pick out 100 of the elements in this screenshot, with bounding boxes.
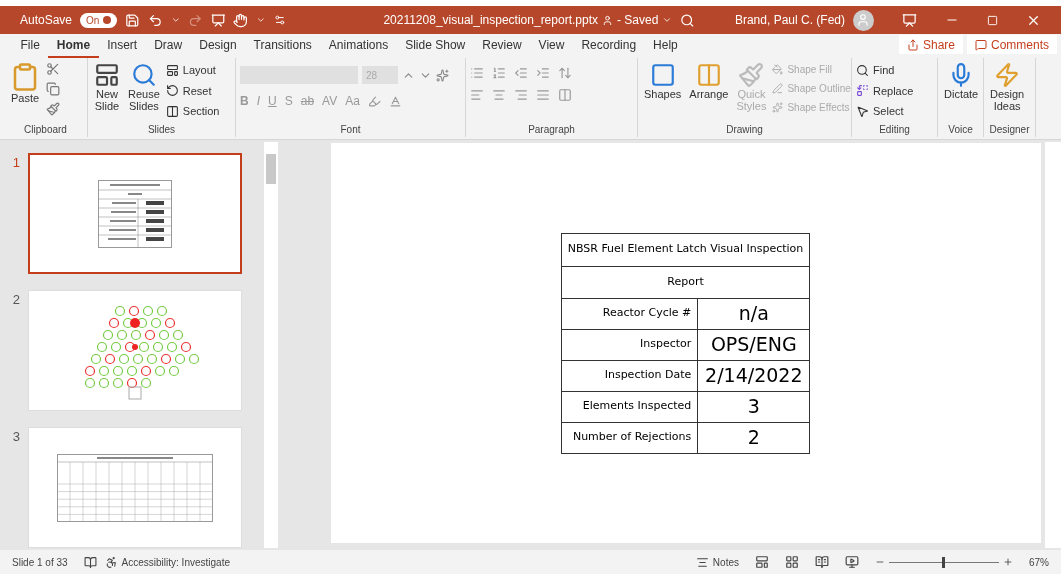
arrange-button[interactable]: Arrange xyxy=(687,62,731,100)
ribbon-tab[interactable]: Slide Show xyxy=(396,36,474,58)
group-label: Slides xyxy=(146,123,177,137)
scrollbar[interactable] xyxy=(1045,142,1061,548)
row-value: OPS/ENG xyxy=(697,329,810,360)
ribbon-tab[interactable]: View xyxy=(530,36,573,58)
ribbon-tab[interactable]: Review xyxy=(473,36,531,58)
autosave-label: AutoSave xyxy=(20,12,73,29)
outdent-icon[interactable] xyxy=(514,66,528,80)
new-slide-button[interactable]: New Slide xyxy=(92,62,122,112)
align-left-icon[interactable] xyxy=(470,88,484,102)
row-label: Elements Inspected xyxy=(561,391,698,422)
justify-icon[interactable] xyxy=(536,88,550,102)
table-title: NBSR Fuel Element Latch Visual Inspection xyxy=(561,233,810,266)
book-icon[interactable] xyxy=(83,555,97,569)
bullets-icon[interactable] xyxy=(470,66,484,80)
shapes-icon xyxy=(649,62,676,88)
share-icon xyxy=(906,38,919,51)
highlighter-icon[interactable] xyxy=(367,94,381,108)
caret-icon[interactable] xyxy=(662,15,673,25)
save-icon[interactable] xyxy=(125,12,140,28)
magnifier-icon xyxy=(130,62,157,88)
comment-icon xyxy=(975,38,987,51)
restore-icon[interactable] xyxy=(987,14,998,26)
reading-view-icon[interactable] xyxy=(815,555,829,569)
ribbon-tab[interactable]: Design xyxy=(190,36,246,58)
ribbon-tab[interactable]: Recording xyxy=(572,36,645,58)
customize-icon[interactable] xyxy=(273,14,286,26)
format-icon xyxy=(772,64,784,75)
avatar-icon[interactable] xyxy=(853,9,874,31)
row-label: Inspection Date xyxy=(561,360,698,391)
section-button[interactable]: Section xyxy=(165,103,220,120)
shapes-button[interactable]: Shapes xyxy=(642,62,684,100)
replace-button[interactable]: Replace xyxy=(856,82,914,99)
slideshow-icon[interactable] xyxy=(845,555,859,569)
zoom-level[interactable]: 67% xyxy=(1029,554,1049,570)
caret-icon[interactable] xyxy=(170,15,181,25)
group-label: Paragraph xyxy=(527,123,576,137)
clear-format-icon[interactable] xyxy=(436,68,449,82)
slide-thumbnail[interactable] xyxy=(28,153,242,274)
row-label: Number of Rejections xyxy=(561,422,698,453)
section-icon xyxy=(165,104,179,118)
slide-counter: Slide 1 of 33 xyxy=(12,555,68,570)
ribbon-tab[interactable]: Draw xyxy=(145,36,191,58)
layout-icon xyxy=(165,63,179,77)
text-direction-icon[interactable] xyxy=(558,66,572,80)
copy-icon[interactable] xyxy=(46,82,60,96)
ribbon-tab[interactable]: File xyxy=(12,36,49,58)
align-center-icon[interactable] xyxy=(492,88,506,102)
dictate-button[interactable]: Dictate xyxy=(942,62,981,100)
autosave-toggle[interactable]: On xyxy=(80,12,118,28)
undo-icon[interactable] xyxy=(147,12,163,28)
ribbon-tab[interactable]: Transitions xyxy=(245,36,321,58)
search-icon[interactable] xyxy=(680,12,695,28)
table-subtitle: Report xyxy=(561,266,810,298)
row-label: Inspector xyxy=(561,329,698,360)
lightning-icon xyxy=(994,62,1021,88)
ribbon-display-icon[interactable] xyxy=(902,12,917,28)
layout-button[interactable]: Layout xyxy=(165,62,220,79)
normal-view-icon[interactable] xyxy=(755,555,769,569)
numbering-icon[interactable] xyxy=(492,66,506,80)
ribbon-tab[interactable]: Animations xyxy=(320,36,397,58)
row-value: n/a xyxy=(697,298,810,329)
ribbon-tab[interactable]: Help xyxy=(644,36,687,58)
caret-icon[interactable] xyxy=(256,15,266,25)
group-label: Designer xyxy=(988,123,1031,137)
share-button[interactable]: Share xyxy=(898,35,963,54)
format-painter-icon[interactable] xyxy=(46,102,60,116)
people-icon[interactable] xyxy=(602,14,613,26)
columns-icon[interactable] xyxy=(558,88,572,102)
presentation-icon[interactable] xyxy=(210,12,226,28)
touch-icon[interactable] xyxy=(233,12,248,28)
comments-button[interactable]: Comments xyxy=(967,35,1057,54)
reset-button[interactable]: Reset xyxy=(165,82,220,99)
reuse-slides-button[interactable]: Reuse Slides xyxy=(126,62,162,112)
align-right-icon[interactable] xyxy=(514,88,528,102)
zoom-in-icon[interactable] xyxy=(1003,557,1013,567)
notes-button[interactable]: Notes xyxy=(695,554,739,570)
indent-icon[interactable] xyxy=(536,66,550,80)
ribbon-tab[interactable]: Insert xyxy=(98,36,146,58)
select-button[interactable]: Select xyxy=(856,103,914,120)
zoom-thumb[interactable] xyxy=(942,556,946,568)
row-value: 2 xyxy=(697,422,810,453)
format-icon xyxy=(772,83,784,94)
replace-icon xyxy=(856,84,869,98)
search-icon xyxy=(856,63,869,77)
font-color-icon[interactable] xyxy=(388,94,402,108)
accessibility-button[interactable]: Accessibility: Investigate xyxy=(104,554,230,570)
paste-button[interactable]: Paste xyxy=(8,62,42,104)
group-label: Drawing xyxy=(725,123,764,137)
scrollbar[interactable] xyxy=(264,142,278,548)
slide-layout-icon xyxy=(94,62,120,88)
zoom-slider[interactable] xyxy=(889,556,999,568)
brush-icon xyxy=(738,62,765,88)
design-ideas-button[interactable]: Design Ideas xyxy=(988,62,1027,112)
user-name: Brand, Paul C. (Fed) xyxy=(734,12,845,29)
cut-icon[interactable] xyxy=(46,62,60,76)
save-status[interactable]: - Saved xyxy=(617,11,659,29)
slide-sorter-icon[interactable] xyxy=(785,555,799,569)
find-button[interactable]: Find xyxy=(856,62,914,79)
